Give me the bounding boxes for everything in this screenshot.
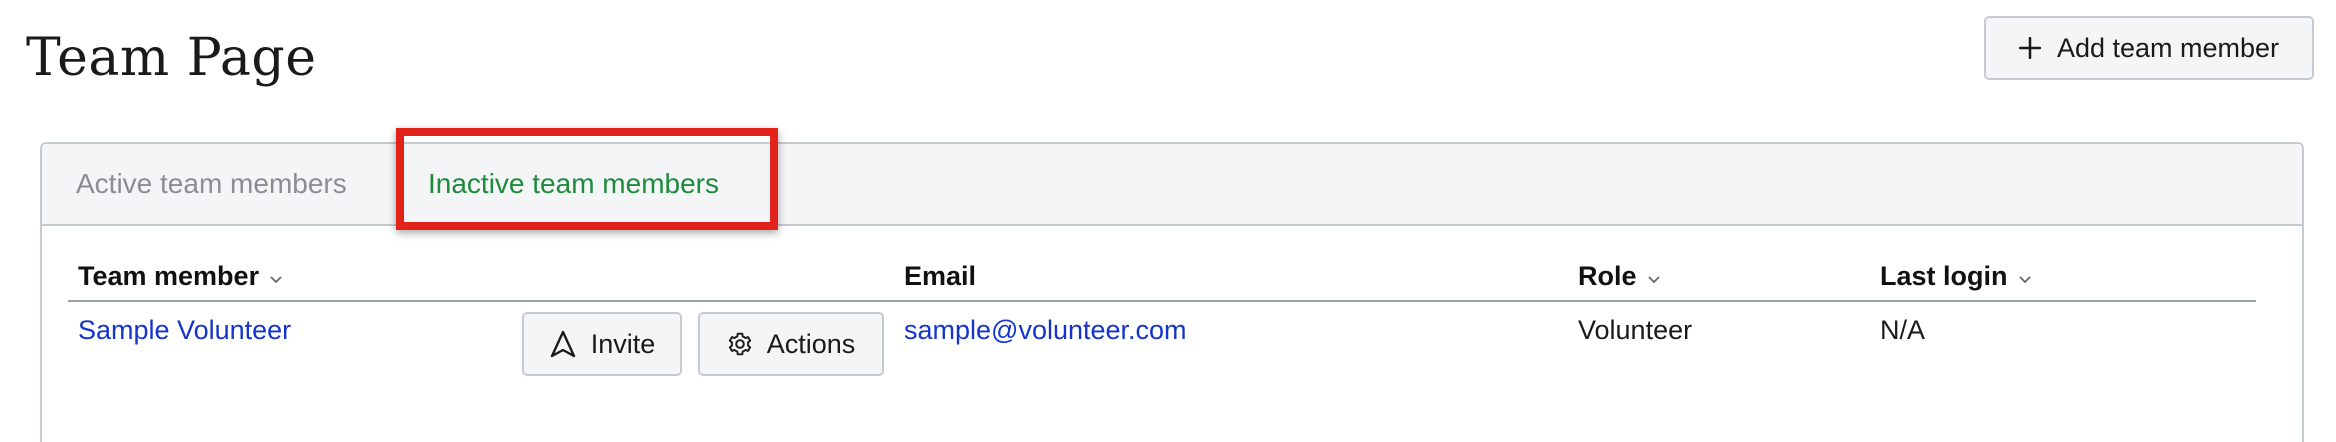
column-header-team-member[interactable]: Team member	[78, 256, 283, 296]
column-header-role[interactable]: Role	[1578, 256, 1661, 296]
team-page: Team Page Add team member Active team me…	[0, 0, 2336, 442]
add-team-member-label: Add team member	[2056, 32, 2280, 63]
team-member-last-login: N/A	[1880, 315, 1926, 345]
invite-button[interactable]: Invite	[522, 312, 682, 376]
tab-active-team-members[interactable]: Active team members	[76, 144, 347, 224]
send-arrow-icon	[549, 330, 577, 358]
column-header-label: Team member	[78, 261, 260, 291]
chevron-down-icon	[1647, 256, 1661, 296]
column-header-email: Email	[904, 256, 976, 296]
actions-button[interactable]: Actions	[698, 312, 884, 376]
column-header-label: Email	[904, 261, 977, 291]
team-member-email-link[interactable]: sample@volunteer.com	[904, 310, 1187, 350]
chevron-down-icon	[269, 256, 283, 296]
column-header-last-login[interactable]: Last login	[1880, 256, 2032, 296]
column-header-label: Role	[1578, 261, 1637, 291]
team-member-name-link[interactable]: Sample Volunteer	[78, 310, 291, 350]
actions-label: Actions	[766, 328, 856, 359]
chevron-down-icon	[2018, 256, 2032, 296]
column-header-label: Last login	[1880, 261, 2008, 291]
page-title: Team Page	[26, 28, 317, 88]
plus-icon	[2018, 37, 2041, 59]
add-team-member-button[interactable]: Add team member	[1984, 16, 2314, 80]
gear-icon	[727, 331, 753, 357]
invite-label: Invite	[590, 328, 656, 359]
tab-bar: Active team members Inactive team member…	[42, 144, 2302, 226]
tab-inactive-team-members[interactable]: Inactive team members	[428, 144, 719, 224]
table-header-divider	[68, 300, 2256, 302]
team-member-role: Volunteer	[1578, 315, 1693, 345]
